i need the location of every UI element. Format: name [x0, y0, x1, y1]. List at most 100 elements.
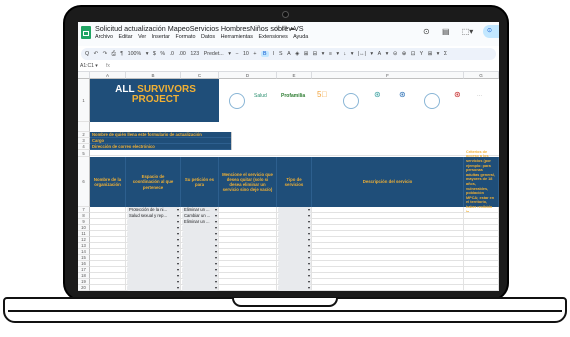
header-descripcion[interactable]: Descripción del servicio — [312, 157, 464, 207]
meet-icon[interactable]: ⬚▾ — [462, 27, 474, 36]
dropdown-tipo-servicio[interactable]: ▾ — [278, 285, 311, 291]
dropdown-peticion-value: Eliminar un ... — [184, 207, 210, 212]
comments-icon[interactable]: ▤ — [442, 27, 450, 36]
toolbar-item-38[interactable]: ▾ — [437, 51, 440, 57]
toolbar-item-27[interactable]: ↓ — [344, 51, 347, 57]
column-header-d[interactable]: D — [219, 72, 277, 79]
toolbar-item-19[interactable]: S — [279, 51, 283, 57]
toolbar-item-14[interactable]: − — [235, 51, 238, 57]
menu-insertar[interactable]: Insertar — [152, 34, 170, 40]
row-header[interactable]: 6 — [78, 157, 90, 207]
toolbar-item-28[interactable]: ▾ — [351, 51, 354, 57]
toolbar-item-39[interactable]: Σ — [444, 51, 447, 57]
toolbar-item-9[interactable]: .0 — [170, 51, 174, 57]
toolbar-item-26[interactable]: ▾ — [336, 51, 339, 57]
menu-herramientas[interactable]: Herramientas — [221, 34, 253, 40]
dropdown-espacio-value: Protección de la ni... — [129, 207, 167, 212]
toolbar-item-11[interactable]: 123 — [190, 51, 199, 57]
header-criterios-acceso[interactable]: Criterios de acceso a los servicios (por… — [464, 150, 499, 214]
column-header-b[interactable]: B — [126, 72, 181, 79]
logo-1 — [229, 93, 245, 109]
menu-formato[interactable]: Formato — [175, 34, 195, 40]
toolbar-item-13[interactable]: ▾ — [228, 51, 231, 57]
toolbar-item-23[interactable]: ⊟ — [313, 51, 317, 57]
logo-agency-4: ⊛ — [454, 90, 461, 99]
toolbar-item-4[interactable]: ¶ — [120, 51, 123, 57]
name-box[interactable]: A1:C1 ▾ — [80, 62, 98, 71]
column-header-e[interactable]: E — [277, 72, 312, 79]
toolbar-item-8[interactable]: % — [160, 51, 165, 57]
info-row-blank[interactable] — [90, 150, 499, 156]
toolbar-item-34[interactable]: ⊕ — [402, 51, 406, 57]
column-header-a[interactable]: A — [90, 72, 126, 79]
toolbar-item-12[interactable]: Predet... — [204, 51, 224, 57]
toolbar-item-3[interactable]: ⎙ — [112, 51, 116, 57]
column-header-g[interactable]: G — [464, 72, 499, 79]
logo-emblem-icon — [229, 93, 245, 109]
menu-ayuda[interactable]: Ayuda — [293, 34, 308, 40]
toolbar-item-6[interactable]: ▾ — [146, 51, 149, 57]
header-peticion[interactable]: Su petición es para — [181, 157, 219, 207]
toolbar-item-24[interactable]: ▾ — [322, 51, 325, 57]
row-header[interactable]: 20 — [78, 285, 90, 291]
row-header[interactable]: 5 — [78, 150, 90, 157]
grid-cell[interactable] — [312, 285, 464, 291]
toolbar-item-18[interactable]: I — [273, 51, 274, 57]
logo-5: 5⃝ — [317, 90, 328, 99]
toolbar-item-7[interactable]: $ — [153, 51, 156, 57]
chevron-down-icon: ▾ — [95, 63, 98, 69]
header-espacio-coordinacion[interactable]: Espacio de coordinación al que pertenece — [126, 157, 181, 207]
toolbar-item-31[interactable]: A — [378, 51, 382, 57]
toolbar-item-20[interactable]: A — [287, 51, 291, 57]
toolbar-item-5[interactable]: 100% — [128, 51, 142, 57]
toolbar-item-36[interactable]: Y — [420, 51, 424, 57]
toolbar-item-32[interactable]: ▾ — [386, 51, 389, 57]
webcam — [282, 11, 289, 18]
dropdown-espacio[interactable]: ▾ — [127, 285, 180, 291]
row-header[interactable]: 1 — [78, 79, 90, 122]
spreadsheet-grid[interactable]: A B C D E F G ALL SURVIVORS PROJECT Salu… — [78, 72, 499, 291]
grid-cell[interactable] — [90, 285, 126, 291]
document-title[interactable]: Solicitud actualización MapeoServicios H… — [95, 24, 304, 33]
share-button[interactable]: ⊙ — [483, 25, 499, 38]
banner-cell[interactable]: ALL SURVIVORS PROJECT — [90, 79, 219, 122]
menu-bar: Archivo Editar Ver Insertar Formato Dato… — [95, 34, 312, 40]
dropdown-peticion[interactable]: ▾ — [182, 285, 218, 291]
header-organizacion[interactable]: Nombre de la organización — [90, 157, 126, 207]
logo-agency-1: ⊛ — [374, 90, 381, 99]
menu-ver[interactable]: Ver — [138, 34, 146, 40]
menu-extensiones[interactable]: Extensiones — [258, 34, 287, 40]
sheets-logo-icon[interactable] — [81, 26, 91, 39]
select-all-corner[interactable] — [78, 72, 90, 79]
toolbar-item-17[interactable]: B — [260, 51, 269, 57]
toolbar-item-30[interactable]: ▾ — [370, 51, 373, 57]
toolbar-item-1[interactable]: ↶ — [94, 51, 98, 57]
toolbar-item-15[interactable]: 10 — [243, 51, 249, 57]
grid-cell[interactable] — [464, 285, 499, 291]
menu-archivo[interactable]: Archivo — [95, 34, 113, 40]
logo-unfpa — [343, 93, 359, 109]
toolbar-item-35[interactable]: ⊡ — [411, 51, 415, 57]
grid-cell[interactable] — [219, 285, 277, 291]
toolbar: Q ↶ ↷ ⎙ ¶ 100% ▾ $% .0.00 123 Predet... ▾ −10 + B I S A ◈ ⊞… — [81, 48, 496, 60]
toolbar-item-37[interactable]: ⊞ — [428, 51, 432, 57]
toolbar-item-22[interactable]: ⊞ — [304, 51, 308, 57]
toolbar-item-25[interactable]: ≡ — [329, 51, 332, 57]
chevron-down-icon: ▾ — [176, 285, 179, 290]
title-icons[interactable]: ☆ ⊡ ☁ — [274, 24, 295, 32]
header-tipo-servicios[interactable]: Tipo de servicios — [277, 157, 312, 207]
toolbar-item-16[interactable]: + — [253, 51, 256, 57]
toolbar-item-0[interactable]: Q — [85, 51, 89, 57]
menu-editar[interactable]: Editar — [118, 34, 132, 40]
toolbar-item-2[interactable]: ↷ — [103, 51, 107, 57]
toolbar-item-21[interactable]: ◈ — [295, 51, 299, 57]
column-header-c[interactable]: C — [181, 72, 219, 79]
header-servicio-quitar[interactable]: Mencione el servicio que desea quitar (s… — [219, 157, 277, 207]
menu-datos[interactable]: Datos — [201, 34, 215, 40]
toolbar-item-10[interactable]: .00 — [178, 51, 185, 57]
history-icon[interactable]: ⊙ — [423, 27, 430, 36]
column-header-f[interactable]: F — [312, 72, 464, 79]
chevron-down-icon: ▾ — [307, 285, 310, 290]
toolbar-item-29[interactable]: |↔| — [358, 51, 366, 57]
toolbar-item-33[interactable]: ⊝ — [393, 51, 397, 57]
